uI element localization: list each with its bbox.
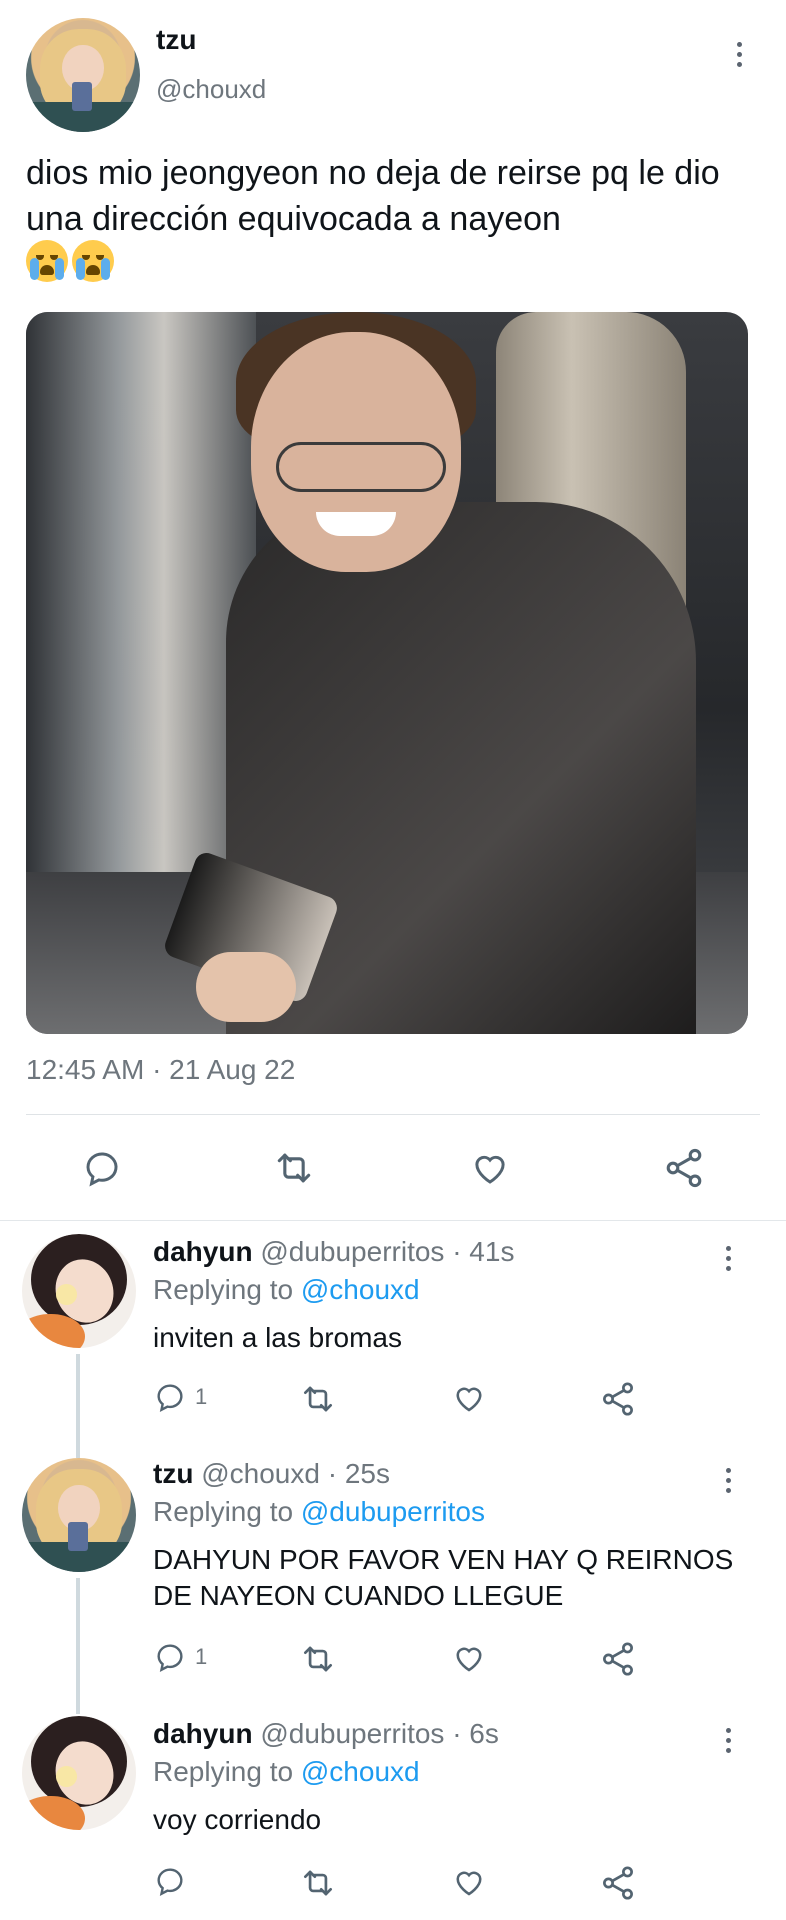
reply-action-bar: 1 [153,1380,673,1420]
like-icon[interactable] [451,1640,487,1676]
reply-button[interactable]: 1 [153,1640,207,1674]
reply-button[interactable] [153,1864,195,1898]
reply-item[interactable]: dahyun @dubuperritos · 6s Replying to @c… [0,1704,786,1920]
like-icon[interactable] [451,1380,487,1416]
reply-icon[interactable] [80,1146,124,1190]
reply-author-name[interactable]: tzu [153,1458,193,1489]
like-icon[interactable] [468,1146,512,1190]
main-tweet: tzu @chouxd dios mio jeongyeon no deja d… [0,0,786,1220]
reply-meta: @dubuperritos · 41s [260,1236,515,1267]
reply-header: dahyun @dubuperritos · 6s [153,1718,499,1750]
replying-prefix: Replying to [153,1756,294,1787]
reply-icon [157,1384,183,1412]
reply-item[interactable]: dahyun @dubuperritos · 41s Replying to @… [0,1222,786,1454]
reply-item[interactable]: tzu @chouxd · 25s Replying to @dubuperri… [0,1444,786,1714]
replying-to: Replying to @chouxd [153,1274,420,1306]
replying-to: Replying to @dubuperritos [153,1496,485,1528]
retweet-icon[interactable] [299,1864,337,1902]
replying-to: Replying to @chouxd [153,1756,420,1788]
tweet-timestamp[interactable]: 12:45 AM · 21 Aug 22 [26,1054,295,1086]
like-icon[interactable] [451,1864,487,1900]
reply-button[interactable]: 1 [153,1380,207,1414]
more-options-icon[interactable] [713,1460,743,1500]
reply-icon [157,1868,183,1896]
more-options-icon[interactable] [713,1238,743,1278]
mention-link[interactable]: @chouxd [301,1274,420,1305]
mention-link[interactable]: @chouxd [301,1756,420,1787]
section-divider [0,1220,786,1221]
reply-text: inviten a las bromas [153,1322,403,1353]
share-icon[interactable] [599,1640,637,1678]
mention-link[interactable]: @dubuperritos [301,1496,485,1527]
share-icon[interactable] [599,1380,637,1418]
retweet-icon[interactable] [299,1640,337,1678]
reply-header: tzu @chouxd · 25s [153,1458,390,1490]
reply-text: voy corriendo [153,1804,322,1835]
author-handle[interactable]: @chouxd [156,74,266,105]
reply-header: dahyun @dubuperritos · 41s [153,1236,514,1268]
more-options-icon[interactable] [713,1720,743,1760]
author-avatar[interactable] [26,18,140,132]
share-icon[interactable] [662,1146,706,1190]
retweet-icon[interactable] [299,1380,337,1418]
share-icon[interactable] [599,1864,637,1902]
reply-avatar[interactable] [22,1458,136,1572]
replying-prefix: Replying to [153,1496,294,1527]
emoji-row [26,240,114,282]
author-name[interactable]: tzu [156,24,196,56]
reply-avatar[interactable] [22,1716,136,1830]
reply-author-name[interactable]: dahyun [153,1236,253,1267]
reply-avatar[interactable] [22,1234,136,1348]
reply-count: 1 [195,1644,208,1669]
reply-action-bar: 1 [153,1640,673,1680]
thread-line [76,1578,80,1714]
replying-prefix: Replying to [153,1274,294,1305]
thread-line [76,1444,80,1458]
reply-icon [157,1644,183,1672]
reply-meta: @chouxd · 25s [201,1458,390,1489]
retweet-icon[interactable] [272,1146,316,1190]
divider [26,1114,760,1115]
reply-count: 1 [195,1384,208,1409]
tweet-text: dios mio jeongyeon no deja de reirse pq … [26,154,720,238]
reply-meta: @dubuperritos · 6s [260,1718,499,1749]
loudly-crying-face-icon [26,240,68,282]
thread-line [76,1354,80,1454]
tweet-photo[interactable] [26,312,748,1034]
reply-action-bar [153,1864,673,1904]
reply-author-name[interactable]: dahyun [153,1718,253,1749]
reply-text: DAHYUN POR FAVOR VEN HAY Q REIRNOS DE NA… [153,1544,734,1611]
loudly-crying-face-icon [72,240,114,282]
more-options-icon[interactable] [724,34,754,74]
